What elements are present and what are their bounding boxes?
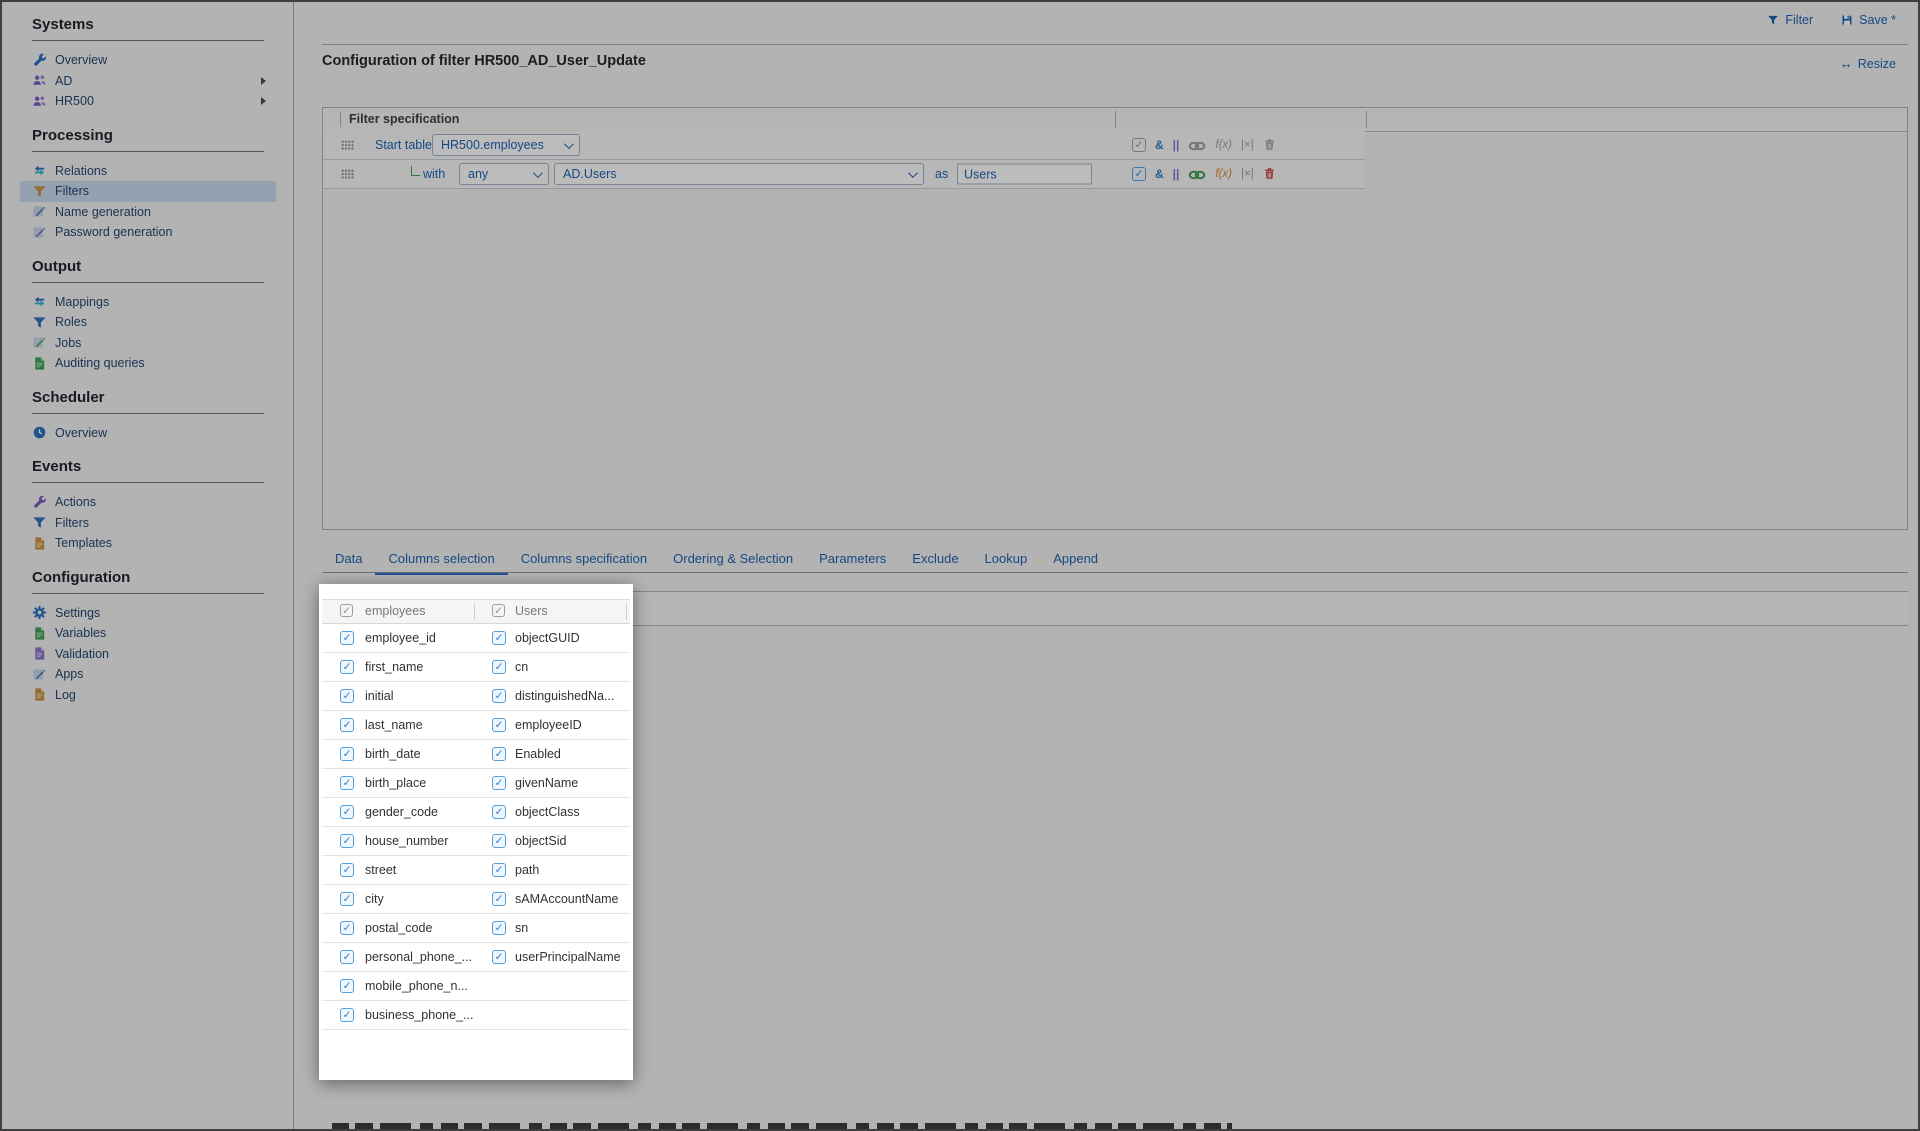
column-label: objectGUID — [515, 631, 580, 645]
table-row: ✓ initial ✓ distinguishedNa... — [322, 682, 630, 711]
column-checkbox-business-phone[interactable]: ✓ — [340, 1008, 354, 1022]
column-checkbox-first-name[interactable]: ✓ — [340, 660, 354, 674]
employees-column-header: employees — [365, 604, 425, 618]
column-label: mobile_phone_n... — [365, 979, 468, 993]
column-label: birth_place — [365, 776, 426, 790]
column-label: userPrincipalName — [515, 950, 621, 964]
column-label: Enabled — [515, 747, 561, 761]
table-row: ✓ house_number ✓ objectSid — [322, 827, 630, 856]
table-row: ✓ birth_place ✓ givenName — [322, 769, 630, 798]
column-checkbox-last-name[interactable]: ✓ — [340, 718, 354, 732]
column-checkbox-personal-phone[interactable]: ✓ — [340, 950, 354, 964]
table-row: ✓ city ✓ sAMAccountName — [322, 885, 630, 914]
column-checkbox-objectsid[interactable]: ✓ — [492, 834, 506, 848]
table-row: ✓ postal_code ✓ sn — [322, 914, 630, 943]
column-label: path — [515, 863, 539, 877]
column-checkbox-cn[interactable]: ✓ — [492, 660, 506, 674]
column-checkbox-enabled[interactable]: ✓ — [492, 747, 506, 761]
table-row: ✓ employee_id ✓ objectGUID — [322, 624, 630, 653]
column-checkbox-samaccountname[interactable]: ✓ — [492, 892, 506, 906]
table-row: ✓ street ✓ path — [322, 856, 630, 885]
table-row: ✓ first_name ✓ cn — [322, 653, 630, 682]
column-divider — [626, 603, 627, 620]
column-label: birth_date — [365, 747, 421, 761]
column-checkbox-birth-place[interactable]: ✓ — [340, 776, 354, 790]
column-label: postal_code — [365, 921, 432, 935]
column-checkbox-postal-code[interactable]: ✓ — [340, 921, 354, 935]
column-label: first_name — [365, 660, 423, 674]
column-checkbox-employee-id[interactable]: ✓ — [340, 631, 354, 645]
column-label: distinguishedNa... — [515, 689, 614, 703]
column-label: initial — [365, 689, 394, 703]
column-label: employeeID — [515, 718, 582, 732]
table-row: ✓ birth_date ✓ Enabled — [322, 740, 630, 769]
column-label: sn — [515, 921, 528, 935]
column-checkbox-gender-code[interactable]: ✓ — [340, 805, 354, 819]
app-window: SystemsOverviewADHR500ProcessingRelation… — [0, 0, 1920, 1131]
columns-selection-spotlight: ✓ employees ✓ Users ✓ employee_id ✓ objectG… — [319, 584, 633, 1080]
column-label: sAMAccountName — [515, 892, 619, 906]
column-label: employee_id — [365, 631, 436, 645]
table-row: ✓ last_name ✓ employeeID — [322, 711, 630, 740]
dim-overlay — [2, 2, 1918, 1129]
column-checkbox-path[interactable]: ✓ — [492, 863, 506, 877]
users-column-header: Users — [515, 604, 548, 618]
column-label: personal_phone_... — [365, 950, 472, 964]
select-all-users-checkbox[interactable]: ✓ — [492, 604, 505, 617]
columns-table-header: ✓ employees ✓ Users — [322, 599, 630, 624]
column-label: street — [365, 863, 396, 877]
column-label: objectClass — [515, 805, 580, 819]
column-label: givenName — [515, 776, 578, 790]
column-checkbox-house-number[interactable]: ✓ — [340, 834, 354, 848]
column-checkbox-employeeid[interactable]: ✓ — [492, 718, 506, 732]
column-checkbox-city[interactable]: ✓ — [340, 892, 354, 906]
column-checkbox-mobile-phone-n[interactable]: ✓ — [340, 979, 354, 993]
column-label: business_phone_... — [365, 1008, 473, 1022]
column-checkbox-initial[interactable]: ✓ — [340, 689, 354, 703]
column-checkbox-street[interactable]: ✓ — [340, 863, 354, 877]
column-label: house_number — [365, 834, 448, 848]
column-label: gender_code — [365, 805, 438, 819]
columns-table-body: ✓ employee_id ✓ objectGUID ✓ first_name ✓ cn ✓ in… — [322, 624, 630, 1030]
table-row: ✓ mobile_phone_n... — [322, 972, 630, 1001]
column-checkbox-sn[interactable]: ✓ — [492, 921, 506, 935]
column-divider — [474, 603, 475, 620]
column-checkbox-birth-date[interactable]: ✓ — [340, 747, 354, 761]
table-row: ✓ personal_phone_... ✓ userPrincipalName — [322, 943, 630, 972]
column-label: city — [365, 892, 384, 906]
column-checkbox-objectclass[interactable]: ✓ — [492, 805, 506, 819]
column-label: cn — [515, 660, 528, 674]
column-checkbox-userprincipalname[interactable]: ✓ — [492, 950, 506, 964]
select-all-employees-checkbox[interactable]: ✓ — [340, 604, 353, 617]
column-label: objectSid — [515, 834, 566, 848]
column-checkbox-givenname[interactable]: ✓ — [492, 776, 506, 790]
table-row: ✓ gender_code ✓ objectClass — [322, 798, 630, 827]
table-row: ✓ business_phone_... — [322, 1001, 630, 1030]
column-checkbox-distinguishedna[interactable]: ✓ — [492, 689, 506, 703]
column-checkbox-objectguid[interactable]: ✓ — [492, 631, 506, 645]
column-label: last_name — [365, 718, 423, 732]
